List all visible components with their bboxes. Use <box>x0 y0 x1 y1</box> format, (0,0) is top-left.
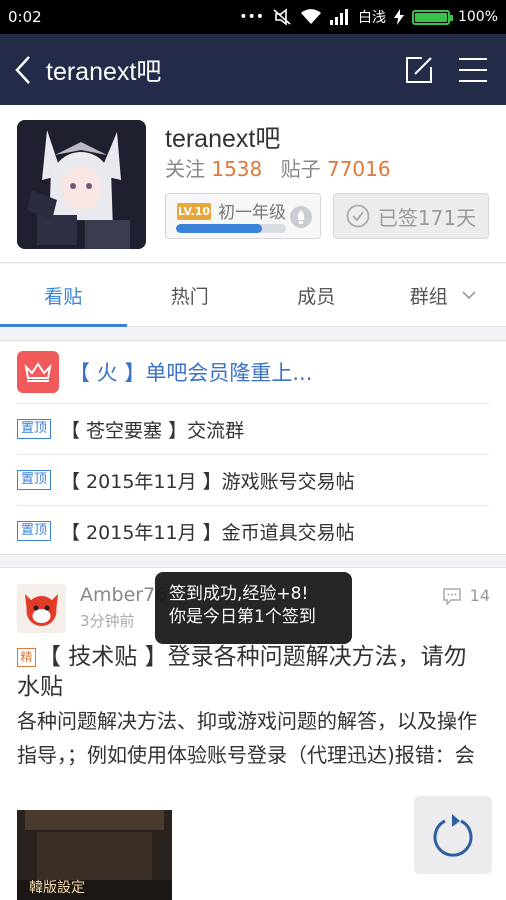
sticky-tag: 置顶 <box>17 419 52 439</box>
navbar-actions <box>404 55 506 85</box>
tab-label: 看贴 <box>44 285 83 308</box>
post-title: 精【 技术贴 】登录各种问题解决方法，请勿水贴 <box>17 642 489 702</box>
signal-icon <box>329 9 348 25</box>
carrier-label: 白浅 <box>357 10 386 26</box>
chevron-left-icon <box>15 55 30 84</box>
thumbnail-caption: 韓版設定 <box>29 880 85 896</box>
fox-avatar-icon <box>17 584 66 633</box>
tab-groups[interactable]: 群组 <box>380 264 506 326</box>
sticky-post[interactable]: 置顶 【 苍空要塞 】交流群 <box>17 403 489 454</box>
comment-count: 14 <box>442 586 490 605</box>
level-badge: LV.10 <box>177 203 211 220</box>
tab-label: 群组 <box>409 285 448 308</box>
tab-label: 成员 <box>297 285 336 308</box>
comment-icon <box>442 587 461 605</box>
post-excerpt: 各种问题解决方法、抑或游戏问题的解答，以及操作指导，；例如使用体验账号登录（代理… <box>17 709 477 767</box>
avatar-illustration <box>17 120 146 249</box>
sticky-tag: 置顶 <box>17 470 52 490</box>
posts-count: 77016 <box>326 157 391 181</box>
toast-line-1: 签到成功,经验+8! <box>169 584 309 604</box>
forum-name: teranext吧 <box>165 125 281 153</box>
forum-avatar[interactable] <box>17 120 146 249</box>
back-button[interactable] <box>0 34 46 105</box>
forum-stats: 关注 1538 贴子 77016 <box>165 153 403 182</box>
featured-badge: 精 <box>17 648 36 667</box>
follow-label: 关注 <box>165 157 205 181</box>
post-title-text: 【 技术贴 】登录各种问题解决方法，请勿水贴 <box>17 644 467 700</box>
wifi-icon <box>300 9 321 24</box>
refresh-button[interactable] <box>414 796 492 874</box>
sticky-title: 【 苍空要塞 】交流群 <box>61 419 245 442</box>
notification-dots-icon: ••• <box>239 9 264 25</box>
forum-tabs: 看贴 热门 成员 群组 <box>0 264 506 327</box>
tab-label: 热门 <box>170 285 209 308</box>
post-thumbnail[interactable]: 韓版設定 <box>17 810 172 900</box>
page-title: teranext吧 <box>46 57 162 86</box>
charging-icon <box>393 9 404 25</box>
battery-icon <box>411 9 453 25</box>
sticky-title: 【 2015年11月 】游戏账号交易帖 <box>61 470 355 493</box>
level-title: 初一年级 <box>218 203 286 223</box>
chevron-down-icon <box>462 290 476 299</box>
tab-members[interactable]: 成员 <box>253 264 380 326</box>
post-time: 3分钟前 <box>80 612 135 630</box>
sticky-post[interactable]: 置顶 【 2015年11月 】游戏账号交易帖 <box>17 454 489 505</box>
follow-count: 1538 <box>211 157 263 181</box>
promo-banner[interactable]: 【 火 】单吧会员隆重上... <box>0 341 506 403</box>
promo-text: 【 火 】单吧会员隆重上... <box>69 361 313 385</box>
author-avatar[interactable] <box>17 584 66 633</box>
tab-hot[interactable]: 热门 <box>127 264 254 326</box>
rocket-icon <box>290 206 312 228</box>
mute-icon <box>273 8 291 26</box>
sticky-tag: 置顶 <box>17 521 52 541</box>
status-icons: ••• 白浅 100% <box>239 7 498 27</box>
sticky-title: 【 2015年11月 】金币道具交易帖 <box>61 521 355 544</box>
menu-icon[interactable] <box>458 57 488 83</box>
notice-section: 【 火 】单吧会员隆重上... 置顶 【 苍空要塞 】交流群 置顶 【 2015… <box>0 340 506 555</box>
crown-icon <box>17 351 59 393</box>
forum-header: teranext吧 关注 1538 贴子 77016 LV.10 初一年级 已签… <box>0 105 506 263</box>
top-navbar: teranext吧 <box>0 34 506 105</box>
battery-label: 100% <box>457 9 498 25</box>
status-time: 0:02 <box>8 8 42 26</box>
check-circle-icon <box>346 204 370 228</box>
toast-line-2: 你是今日第1个签到 <box>169 607 316 627</box>
tab-posts[interactable]: 看贴 <box>0 264 127 327</box>
level-progress-bar <box>176 224 286 233</box>
sticky-post[interactable]: 置顶 【 2015年11月 】金币道具交易帖 <box>17 505 489 556</box>
posts-label: 贴子 <box>280 157 321 181</box>
status-bar: 0:02 ••• 白浅 100% <box>0 0 506 34</box>
signed-in-button[interactable]: 已签171天 <box>333 193 489 239</box>
compose-icon[interactable] <box>404 55 434 85</box>
level-button[interactable]: LV.10 初一年级 <box>165 193 321 239</box>
sign-in-toast: 签到成功,经验+8! 你是今日第1个签到 <box>155 572 352 644</box>
comment-count-label: 14 <box>469 586 490 605</box>
refresh-icon <box>433 814 473 857</box>
signed-in-label: 已签171天 <box>377 205 477 230</box>
